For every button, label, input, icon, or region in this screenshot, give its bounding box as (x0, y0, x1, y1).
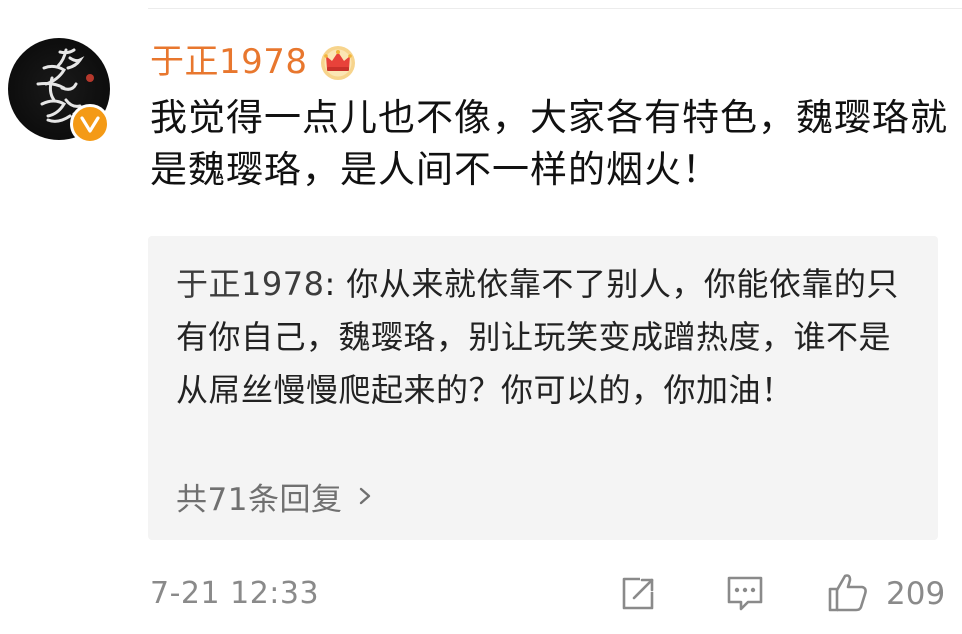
comment-text: 我觉得一点儿也不像，大家各有特色，魏璎珞就是魏璎珞，是人间不一样的烟火！ (150, 96, 948, 191)
weibo-comment-page: 于正1978 我觉得一点儿也不像，大家各有特色，魏璎珞就是魏璎珞，是人间不一样的… (0, 0, 962, 634)
crown-badge-icon[interactable] (318, 42, 358, 82)
top-divider (148, 8, 962, 9)
reply-count: 共71条回复 (176, 481, 343, 518)
verified-v-icon (70, 104, 110, 144)
reply-box[interactable]: 于正1978: 你从来就依靠不了别人，你能依靠的只有你自己，魏璎珞，别让玩笑变成… (148, 236, 938, 540)
username[interactable]: 于正1978 (150, 40, 308, 84)
reply-text-block: 于正1978: 你从来就依靠不了别人，你能依靠的只有你自己，魏璎珞，别让玩笑变成… (176, 258, 916, 417)
reply-separator: : (324, 265, 347, 303)
comment-footer: 7-21 12:33 209 (150, 570, 950, 620)
share-icon[interactable] (618, 574, 658, 614)
reply-author[interactable]: 于正1978 (176, 265, 324, 303)
chevron-right-icon (360, 487, 371, 505)
timestamp: 7-21 12:33 (150, 576, 320, 611)
like-count: 209 (886, 576, 946, 612)
thumbs-up-icon[interactable] (826, 570, 870, 614)
comment-icon[interactable] (724, 572, 766, 614)
view-replies-link[interactable]: 共71条回复 (176, 472, 374, 520)
username-row: 于正1978 (150, 40, 358, 84)
